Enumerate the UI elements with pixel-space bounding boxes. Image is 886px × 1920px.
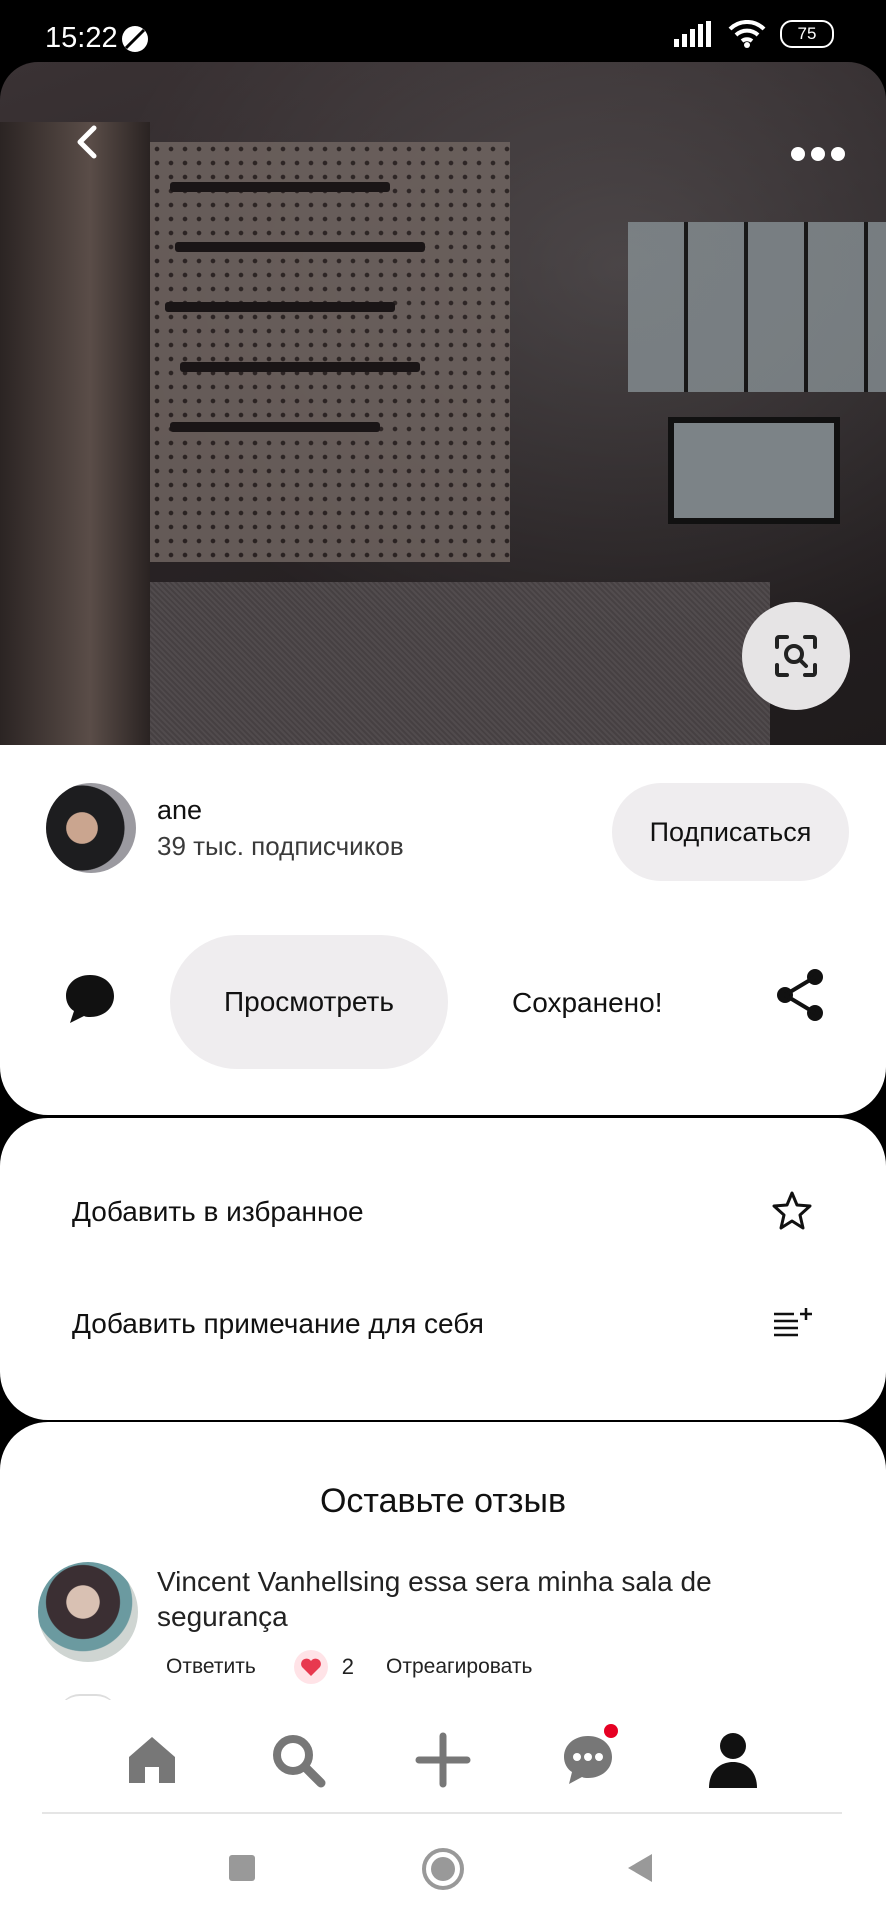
- image-detail-pegboard: [150, 142, 510, 562]
- circle-icon: [422, 1848, 464, 1890]
- author-avatar[interactable]: [46, 783, 136, 873]
- image-detail-floor: [150, 582, 770, 745]
- search-icon: [273, 1735, 326, 1788]
- battery-level: 75: [797, 24, 817, 43]
- lens-search-icon: [775, 635, 817, 677]
- triangle-back-icon: [628, 1854, 652, 1882]
- image-detail-monitors: [628, 222, 886, 392]
- battery-indicator: 75: [780, 20, 834, 48]
- image-detail-shelf: [0, 122, 150, 745]
- more-horizontal-icon: [791, 147, 845, 161]
- nav-search[interactable]: [268, 1730, 328, 1790]
- notification-dot: [604, 1724, 618, 1738]
- messages-icon: [564, 1736, 612, 1784]
- author-followers: 39 тыс. подписчиков: [157, 831, 404, 861]
- saved-button[interactable]: Сохранено!: [512, 987, 662, 1019]
- commenter-avatar[interactable]: [38, 1562, 138, 1662]
- subscribe-button[interactable]: Подписаться: [612, 783, 849, 881]
- reviews-title: Оставьте отзыв: [319, 1482, 567, 1520]
- comment-bubble-icon: [66, 975, 114, 1023]
- signal-icon: [674, 21, 711, 47]
- pin-image[interactable]: [0, 62, 886, 745]
- status-time: 15:22: [45, 22, 118, 54]
- nav-create[interactable]: [413, 1730, 473, 1790]
- reaction-count: 2: [341, 1654, 355, 1679]
- react-button[interactable]: Отреагировать: [386, 1655, 532, 1679]
- heart-eyes-reaction-icon[interactable]: [293, 1650, 328, 1684]
- share-icon: [777, 969, 823, 1021]
- share-button[interactable]: [773, 967, 829, 1028]
- wifi-icon: [728, 20, 766, 48]
- bottom-navigation: [0, 1700, 886, 1820]
- menu-item-label: Добавить примечание для себя: [72, 1308, 484, 1339]
- actions-card: Добавить в избранное Добавить примечание…: [0, 1118, 886, 1420]
- nav-divider: [42, 1812, 842, 1814]
- menu-item-label: Добавить в избранное: [72, 1196, 364, 1227]
- image-detail-rack: [180, 362, 420, 372]
- nav-home[interactable]: [122, 1730, 182, 1790]
- more-options-button[interactable]: [790, 132, 846, 171]
- nav-profile[interactable]: [703, 1730, 763, 1790]
- back-system-button[interactable]: [626, 1852, 654, 1889]
- visual-search-button[interactable]: [742, 602, 850, 710]
- recents-button[interactable]: [228, 1854, 256, 1887]
- status-icons: 75: [674, 20, 834, 48]
- system-navigation-bar: [0, 1820, 886, 1920]
- comment-button[interactable]: [62, 971, 118, 1032]
- image-detail-rack: [165, 302, 395, 312]
- pin-details-card: ane 39 тыс. подписчиков Подписаться Прос…: [0, 745, 886, 1115]
- reply-button[interactable]: Ответить: [166, 1655, 256, 1679]
- image-detail-rack: [175, 242, 425, 252]
- chevron-left-icon: [77, 125, 97, 159]
- status-bar: 15:22 75: [0, 0, 886, 64]
- plus-icon: [415, 1732, 471, 1788]
- image-detail-desk-monitor: [668, 417, 840, 524]
- nav-messages[interactable]: [558, 1724, 618, 1790]
- view-button[interactable]: Просмотреть: [170, 935, 448, 1069]
- image-detail-rack: [170, 422, 380, 432]
- image-detail-rack: [170, 182, 390, 192]
- square-icon: [229, 1855, 255, 1881]
- vpn-icon: [120, 24, 150, 59]
- home-icon: [129, 1737, 175, 1783]
- comment-text: Vincent Vanhellsing essa sera minha sala…: [157, 1566, 712, 1632]
- back-button[interactable]: [68, 122, 108, 162]
- star-icon: [772, 1190, 812, 1235]
- add-note-icon: [772, 1306, 814, 1343]
- profile-icon: [709, 1733, 757, 1788]
- author-name[interactable]: ane: [157, 795, 202, 826]
- comment-actions: Ответить 2 Отреагировать: [166, 1650, 532, 1684]
- home-system-button[interactable]: [420, 1846, 466, 1897]
